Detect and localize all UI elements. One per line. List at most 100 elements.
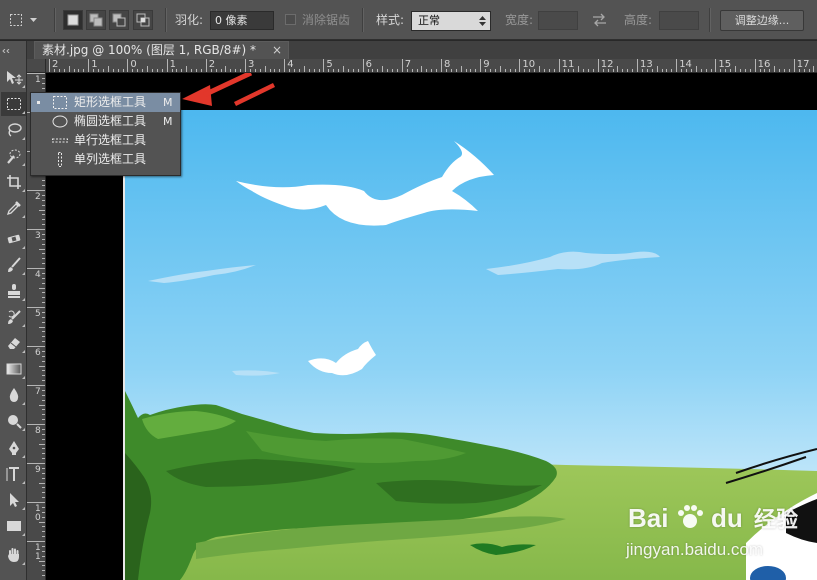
path-selection-tool[interactable]: [1, 488, 26, 512]
ruler-minor-tick: [102, 69, 104, 72]
ruler-minor-tick: [42, 472, 45, 474]
feather-input[interactable]: 0 像素: [210, 11, 274, 30]
ruler-minor-tick: [42, 272, 45, 274]
ruler-major-tick: [401, 59, 403, 72]
anti-alias-checkbox[interactable]: [285, 14, 296, 25]
flyout-item-label: 单列选框工具: [74, 152, 147, 166]
new-selection-button[interactable]: [63, 10, 83, 30]
ruler-minor-tick: [602, 69, 604, 72]
image-edge: [123, 110, 125, 580]
rect-marquee-icon: [6, 98, 21, 110]
ruler-minor-tick: [759, 69, 761, 72]
ruler-minor-tick: [450, 69, 452, 72]
tool-group-indicator: [22, 533, 25, 536]
ruler-minor-tick: [622, 69, 624, 72]
gradient-tool[interactable]: [1, 357, 26, 381]
ruler-minor-tick: [63, 69, 65, 72]
subtract-from-selection-button[interactable]: [109, 10, 129, 30]
pen-icon: [8, 441, 19, 455]
clone-stamp-tool[interactable]: [1, 279, 26, 303]
tool-group-indicator: [22, 376, 25, 379]
ruler-minor-tick: [42, 204, 45, 206]
ruler-minor-tick: [107, 66, 109, 72]
ruler-minor-tick: [42, 570, 45, 572]
ruler-minor-tick: [42, 360, 45, 362]
ruler-minor-tick: [661, 69, 663, 72]
quick-selection-tool[interactable]: [1, 144, 26, 168]
document-tab[interactable]: 素材.jpg @ 100% (图层 1, RGB/8#) * ×: [34, 41, 289, 59]
brush-tool[interactable]: [1, 253, 26, 277]
ruler-minor-tick: [42, 380, 45, 382]
ruler-major-tick: [793, 59, 795, 72]
ruler-origin[interactable]: [27, 59, 46, 73]
flyout-item-single-row-marquee[interactable]: 单行选框工具: [31, 131, 180, 150]
ruler-minor-tick: [42, 536, 45, 538]
ruler-major-tick: [27, 541, 45, 542]
flyout-item-rect-marquee[interactable]: 矩形选框工具 M: [31, 93, 180, 112]
ruler-major-tick: [323, 59, 325, 72]
ruler-major-tick: [637, 59, 638, 72]
move-tool[interactable]: [1, 66, 26, 90]
height-input[interactable]: [659, 11, 699, 30]
ruler-minor-tick: [58, 69, 60, 72]
feather-label: 羽化:: [175, 13, 204, 27]
ruler-minor-tick: [666, 69, 668, 72]
refine-edge-button[interactable]: 调整边缘...: [720, 10, 804, 31]
crop-tool[interactable]: [1, 170, 26, 194]
eyedropper-tool[interactable]: [1, 196, 26, 220]
watermark-brand: Bai du 经验: [628, 502, 798, 534]
ruler-minor-tick: [42, 224, 45, 226]
pen-tool[interactable]: [1, 436, 26, 460]
hand-tool[interactable]: [1, 543, 26, 567]
intersect-selection-button[interactable]: [133, 10, 153, 30]
ruler-minor-tick: [681, 69, 683, 72]
history-brush-tool[interactable]: [1, 305, 26, 329]
panel-collapse-handle[interactable]: [2, 42, 25, 54]
horizontal-ruler[interactable]: 2 1 0 1 2 3 4 5 6 7 8 9 10 11 12 13 14 15 16 17: [46, 59, 817, 73]
flyout-item-ellipse-marquee[interactable]: 椭圆选框工具 M: [31, 112, 180, 131]
style-select[interactable]: 正常: [411, 11, 491, 31]
close-tab-icon[interactable]: ×: [272, 42, 282, 59]
ruler-minor-tick: [274, 69, 276, 72]
ruler-minor-tick: [42, 321, 45, 323]
ruler-minor-tick: [39, 209, 45, 211]
watermark-brand-prefix: Bai: [628, 503, 669, 533]
ruler-minor-tick: [42, 243, 45, 245]
ruler-minor-tick: [548, 69, 550, 72]
add-selection-icon: [89, 13, 103, 27]
ruler-minor-tick: [122, 69, 124, 72]
ruler-minor-tick: [416, 69, 418, 72]
ruler-minor-tick: [42, 282, 45, 284]
ruler-minor-tick: [112, 69, 114, 72]
dodge-tool[interactable]: [1, 409, 26, 433]
rect-marquee-icon: [53, 96, 67, 109]
ruler-minor-tick: [42, 355, 45, 357]
divider: [54, 8, 56, 32]
add-to-selection-button[interactable]: [86, 10, 106, 30]
quick-selection-icon: [6, 149, 20, 164]
type-tool[interactable]: [1, 462, 26, 486]
swap-width-height-icon[interactable]: [592, 13, 607, 30]
ruler-minor-tick: [39, 287, 45, 289]
healing-brush-tool[interactable]: [1, 227, 26, 251]
ruler-minor-tick: [39, 443, 45, 445]
ruler-minor-tick: [494, 69, 496, 72]
tool-preset-picker[interactable]: [8, 0, 38, 40]
eraser-tool[interactable]: [1, 331, 26, 355]
ruler-minor-tick: [784, 69, 785, 72]
ruler-minor-tick: [485, 69, 487, 72]
ruler-minor-tick: [42, 433, 45, 435]
rect-marquee-tool[interactable]: [1, 92, 26, 116]
ruler-minor-tick: [42, 82, 45, 84]
rectangle-tool[interactable]: [1, 514, 26, 538]
blur-tool[interactable]: [1, 383, 26, 407]
ruler-minor-tick: [39, 404, 45, 406]
width-input[interactable]: [538, 11, 578, 30]
tool-group-indicator: [22, 215, 25, 218]
ruler-minor-tick: [720, 69, 722, 72]
lasso-tool[interactable]: [1, 118, 26, 142]
ruler-minor-tick: [308, 69, 310, 72]
ruler-minor-tick: [705, 69, 707, 72]
ruler-minor-tick: [499, 66, 501, 72]
flyout-item-single-column-marquee[interactable]: 单列选框工具: [31, 150, 180, 169]
